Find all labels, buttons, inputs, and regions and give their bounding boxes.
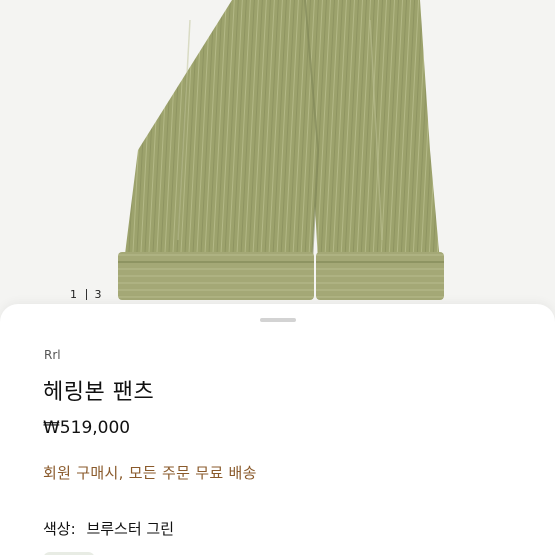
color-value: 브루스터 그린 [86,520,175,538]
brand-name[interactable]: Rrl [44,348,61,362]
color-label: 색상: [43,520,76,538]
sheet-grabber-handle[interactable] [260,318,296,322]
product-info-sheet: Rrl 헤링본 팬츠 ₩519,000 회원 구매시, 모든 주문 무료 배송 … [0,304,555,555]
total-pages: 3 [94,287,102,301]
current-page: 1 [70,287,78,301]
pants-illustration [118,0,444,300]
page-separator [85,288,87,300]
product-image[interactable] [0,0,555,320]
shipping-promo-text: 회원 구매시, 모든 주문 무료 배송 [43,464,257,482]
product-price: ₩519,000 [43,418,131,438]
color-row: 색상: 브루스터 그린 [43,518,174,539]
product-title: 헤링본 팬츠 [43,380,155,405]
product-detail-screen: 1 3 Rrl 헤링본 팬츠 ₩519,000 회원 구매시, 모든 주문 무료… [0,0,555,555]
